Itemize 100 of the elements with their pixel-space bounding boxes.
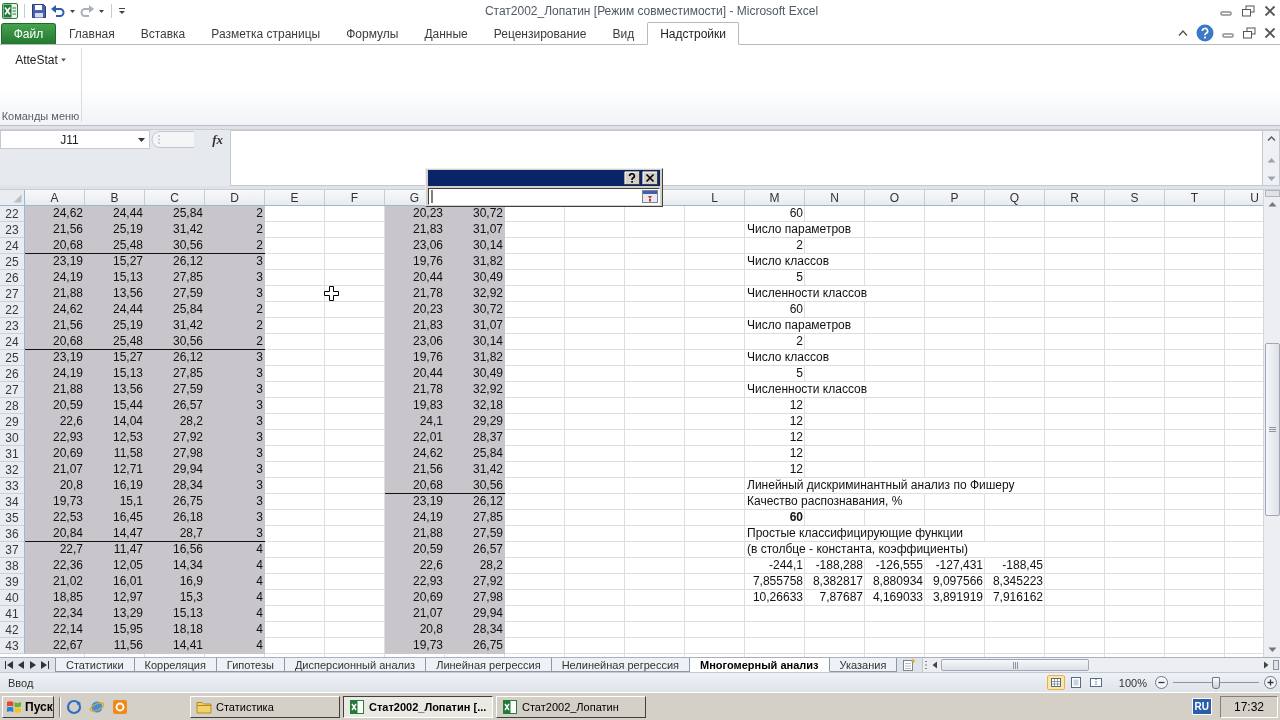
row-header[interactable]: 28	[0, 398, 25, 414]
column-header[interactable]: S	[1105, 190, 1165, 205]
row-header[interactable]: 30	[0, 430, 25, 446]
column-header[interactable]: N	[805, 190, 865, 205]
column-header[interactable]: P	[925, 190, 985, 205]
column-header[interactable]: T	[1165, 190, 1225, 205]
row-header[interactable]: 31	[0, 446, 25, 462]
row-header[interactable]: 26	[0, 270, 25, 286]
undo-icon[interactable]	[50, 3, 66, 19]
scrollbar-thumb[interactable]	[1264, 343, 1280, 516]
table-cell: 24,62	[25, 302, 85, 318]
column-header[interactable]: O	[865, 190, 925, 205]
first-sheet-icon[interactable]	[5, 661, 13, 669]
sheet-tab[interactable]: Корреляция	[134, 658, 217, 672]
row-header[interactable]: 22	[0, 302, 25, 318]
language-indicator[interactable]: RU	[1191, 698, 1212, 715]
ribbon-tab[interactable]: Рецензирование	[480, 22, 600, 44]
handle-icon[interactable]	[150, 130, 194, 149]
row-header[interactable]: 23	[0, 222, 25, 238]
table-cell: 27,98	[445, 590, 505, 606]
next-sheet-icon[interactable]	[29, 661, 37, 669]
swirl-icon[interactable]	[66, 698, 82, 715]
row-header[interactable]: 24	[0, 334, 25, 350]
column-header[interactable]: C	[145, 190, 205, 205]
name-box[interactable]: J11	[0, 130, 150, 149]
ribbon-tab[interactable]: Вид	[599, 22, 648, 44]
chevron-up-icon[interactable]	[1177, 28, 1189, 38]
row-header[interactable]: 36	[0, 526, 25, 542]
row-header[interactable]: 43	[0, 638, 25, 654]
file-tab[interactable]: Файл	[1, 23, 56, 44]
row-header[interactable]: 22	[0, 206, 25, 222]
close-icon[interactable]	[1263, 5, 1277, 17]
row-header[interactable]: 33	[0, 478, 25, 494]
slider-thumb[interactable]	[1212, 676, 1220, 689]
zoom-out-icon[interactable]	[1155, 676, 1168, 689]
new-sheet-icon[interactable]	[902, 658, 917, 671]
normal-view-icon[interactable]	[1046, 675, 1065, 690]
row-header[interactable]: 26	[0, 366, 25, 382]
input-field[interactable]	[428, 188, 660, 205]
row-header[interactable]: 29	[0, 414, 25, 430]
help-icon[interactable]	[624, 171, 640, 185]
row-header[interactable]: 39	[0, 574, 25, 590]
column-header[interactable]: L	[685, 190, 745, 205]
taskbar-button[interactable]: Стат2002_Лопатин [...	[343, 695, 493, 718]
sheet-tab[interactable]: Дисперсионный анализ	[284, 658, 427, 672]
ribbon-tab[interactable]: Данные	[411, 22, 481, 44]
formula-input[interactable]	[230, 130, 1263, 186]
chevron-up-icon[interactable]	[1265, 134, 1277, 143]
row-header[interactable]: 23	[0, 318, 25, 334]
sheet-tab[interactable]: Многомерный анализ	[690, 658, 830, 672]
row-header[interactable]: 25	[0, 254, 25, 270]
close-icon[interactable]	[642, 171, 658, 185]
row-header[interactable]: 40	[0, 590, 25, 606]
row-header[interactable]: 37	[0, 542, 25, 558]
zoom-level[interactable]: 100%	[1118, 676, 1147, 689]
last-sheet-icon[interactable]	[41, 661, 49, 669]
ribbon-tab[interactable]: Надстройки	[647, 22, 739, 45]
column-header[interactable]: R	[1045, 190, 1105, 205]
restore-icon[interactable]	[1242, 27, 1256, 39]
row-header[interactable]: 41	[0, 606, 25, 622]
ribbon-tab[interactable]: Разметка страницы	[198, 22, 334, 44]
row-header[interactable]: 34	[0, 494, 25, 510]
insert-function-button[interactable]: fx	[210, 131, 225, 148]
ribbon-tab[interactable]: Вставка	[127, 22, 199, 44]
start-button[interactable]: Пуск	[2, 695, 54, 718]
sheet-tab[interactable]: Гипотезы	[216, 658, 285, 672]
previous-sheet-icon[interactable]	[17, 661, 25, 669]
column-header[interactable]: D	[205, 190, 265, 205]
row-header[interactable]: 27	[0, 286, 25, 302]
tile-icon[interactable]	[112, 698, 128, 715]
close-icon[interactable]	[1263, 27, 1277, 39]
column-header[interactable]: F	[325, 190, 385, 205]
column-header[interactable]: Q	[985, 190, 1045, 205]
sheet-tab[interactable]: Линейная регрессия	[426, 658, 552, 672]
row-header[interactable]: 35	[0, 510, 25, 526]
table-cell-text: 60	[788, 510, 804, 526]
column-header[interactable]: M	[745, 190, 805, 205]
taskbar-button[interactable]: Стат2002_Лопатин	[496, 695, 646, 718]
row-header[interactable]: 42	[0, 622, 25, 638]
menu-button[interactable]: AtteStat	[12, 51, 69, 69]
column-header[interactable]: B	[85, 190, 145, 205]
row-header[interactable]: 32	[0, 462, 25, 478]
sheet-tab[interactable]: Указания	[829, 658, 898, 672]
column-header[interactable]: E	[265, 190, 325, 205]
sheet-tab[interactable]: Нелинейная регрессия	[551, 658, 691, 672]
restore-icon[interactable]	[1241, 5, 1255, 17]
row-header[interactable]: 24	[0, 238, 25, 254]
scrollbar-thumb[interactable]	[941, 659, 1090, 671]
ribbon-tab[interactable]: Главная	[56, 22, 128, 44]
ribbon-tab[interactable]: Формулы	[333, 22, 412, 44]
table-cell-text: 2	[795, 334, 804, 350]
row-header[interactable]: 38	[0, 558, 25, 574]
status-text: Ввод	[8, 676, 34, 689]
row-header[interactable]: 27	[0, 382, 25, 398]
taskbar-button[interactable]: Статистика	[190, 695, 340, 718]
sheet-tab[interactable]: Статистики	[55, 658, 135, 672]
zoom-in-icon[interactable]	[1264, 676, 1277, 689]
row-header[interactable]: 25	[0, 350, 25, 366]
column-header[interactable]: A	[25, 190, 85, 205]
save-icon[interactable]	[31, 3, 47, 19]
